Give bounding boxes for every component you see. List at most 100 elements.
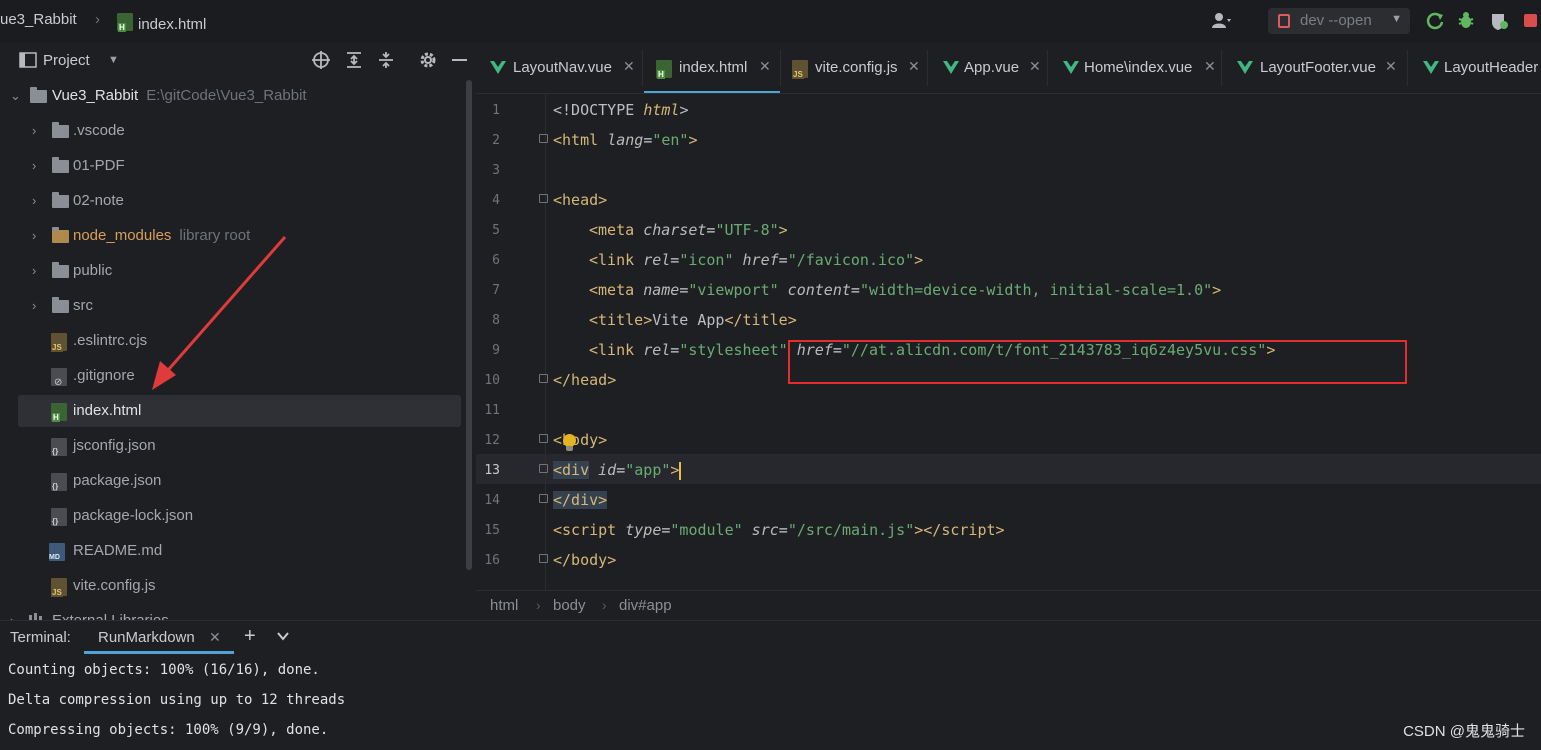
fold-icon[interactable]: [539, 374, 548, 383]
fold-icon[interactable]: [539, 494, 548, 503]
chevron-down-icon: ⌄: [10, 88, 21, 103]
code-token: >: [1212, 281, 1222, 299]
gear-icon[interactable]: [418, 50, 438, 70]
active-tab-indicator: [84, 651, 234, 654]
tree-item-02-note[interactable]: › 02-note: [0, 185, 462, 217]
run-configuration-select[interactable]: dev --open ▼: [1268, 8, 1410, 34]
code-token: <head: [553, 191, 599, 209]
close-icon[interactable]: ✕: [1029, 58, 1041, 75]
fold-icon[interactable]: [539, 134, 548, 143]
stop-icon[interactable]: [1524, 14, 1537, 27]
html-file-icon: [117, 13, 133, 32]
terminal-output-line: Counting objects: 100% (16/16), done.: [8, 662, 320, 678]
tree-item-vscode[interactable]: › .vscode: [0, 115, 462, 147]
code-line-6: <link rel="icon" href="/favicon.ico">: [589, 245, 923, 275]
vue-icon: [943, 61, 959, 74]
minimize-icon[interactable]: [452, 59, 467, 61]
tree-item-external-libraries[interactable]: › External Libraries: [0, 605, 462, 620]
lightbulb-icon[interactable]: [562, 434, 576, 452]
fold-icon[interactable]: [539, 194, 548, 203]
tab-vite-config[interactable]: vite.config.js ✕: [782, 42, 927, 93]
code-token: "/src/main.js": [787, 521, 915, 539]
tab-index-html[interactable]: index.html ✕: [644, 42, 780, 93]
code-token: <meta: [589, 221, 644, 239]
tree-item-package-lock[interactable]: package-lock.json: [0, 500, 462, 532]
tab-home-index-vue[interactable]: Home\index.vue ✕: [1049, 42, 1221, 93]
folder-icon: [52, 227, 69, 243]
tree-root-label: Vue3_Rabbit E:\gitCode\Vue3_Rabbit: [52, 87, 307, 104]
code-token: lang: [607, 131, 644, 149]
tab-divider: [1047, 50, 1048, 86]
vue-icon: [1237, 61, 1253, 74]
coverage-icon[interactable]: [1488, 10, 1510, 32]
line-number: 12: [484, 433, 500, 448]
tree-item-readme[interactable]: README.md: [0, 535, 462, 567]
breadcrumb-html[interactable]: html: [490, 597, 518, 614]
breadcrumb-div-app[interactable]: div#app: [619, 597, 672, 614]
breadcrumb-body[interactable]: body: [553, 597, 586, 614]
fold-icon[interactable]: [539, 554, 548, 563]
tab-layoutheader[interactable]: LayoutHeader: [1409, 42, 1541, 93]
text-cursor: [679, 461, 682, 480]
code-editor[interactable]: 1 2 3 4 5 6 7 8 9 10 11 12 13 14 15 16 <…: [476, 94, 1541, 590]
project-panel-title[interactable]: Project: [43, 52, 90, 69]
tab-layoutnav[interactable]: LayoutNav.vue ✕: [476, 42, 642, 93]
code-token: <html: [553, 131, 608, 149]
fold-icon[interactable]: [539, 434, 548, 443]
tree-root[interactable]: ⌄ Vue3_Rabbit E:\gitCode\Vue3_Rabbit: [0, 80, 462, 112]
tree-item-package-json[interactable]: package.json: [0, 465, 462, 497]
tree-item-label: .vscode: [73, 122, 125, 139]
code-line-14: </div>: [553, 485, 608, 515]
tree-item-label: package-lock.json: [73, 507, 194, 524]
file-breadcrumb[interactable]: index.html: [117, 11, 206, 33]
root-name: Vue3_Rabbit: [52, 87, 139, 104]
tree-item-vite-config[interactable]: vite.config.js: [0, 570, 462, 602]
tree-item-label: index.html: [73, 402, 142, 419]
code-token: >: [679, 101, 689, 119]
watermark: CSDN @鬼鬼骑士: [1403, 723, 1525, 740]
expand-all-icon[interactable]: [344, 50, 364, 70]
code-token: >: [607, 371, 617, 389]
html-file-icon: [51, 403, 67, 422]
code-token: href: [733, 251, 779, 269]
user-icon[interactable]: [1210, 10, 1232, 32]
tab-layoutfooter[interactable]: LayoutFooter.vue ✕: [1223, 42, 1407, 93]
code-token: <link: [589, 341, 644, 359]
rerun-icon[interactable]: [1424, 10, 1446, 32]
plus-icon[interactable]: +: [244, 625, 256, 648]
debug-icon[interactable]: [1455, 10, 1477, 32]
vue-icon: [1063, 61, 1079, 74]
locate-file-icon[interactable]: [311, 50, 331, 70]
file-breadcrumb-label: index.html: [138, 16, 207, 33]
chevron-right-icon: ›: [10, 613, 14, 620]
close-icon[interactable]: ✕: [759, 58, 771, 75]
tab-label: LayoutHeader: [1444, 59, 1539, 76]
chevron-down-icon[interactable]: [277, 630, 289, 642]
project-breadcrumb[interactable]: ue3_Rabbit: [0, 11, 77, 28]
tab-label: index.html: [679, 59, 748, 76]
tab-divider: [927, 50, 928, 86]
annotation-arrow: [152, 236, 287, 390]
code-token: "viewport": [688, 281, 779, 299]
chevron-down-icon[interactable]: ▼: [108, 54, 119, 66]
tree-item-label: 02-note: [73, 192, 124, 209]
code-token: <!DOCTYPE: [553, 101, 644, 119]
project-scrollbar[interactable]: [466, 80, 472, 570]
tree-item-01-pdf[interactable]: › 01-PDF: [0, 150, 462, 182]
close-icon[interactable]: ✕: [209, 629, 221, 646]
lightbulb-base: [566, 446, 573, 451]
close-icon[interactable]: ✕: [623, 58, 635, 75]
tree-item-label: README.md: [73, 542, 163, 559]
code-token: >: [607, 551, 617, 569]
code-token: "module": [670, 521, 743, 539]
terminal-tab-runmarkdown[interactable]: RunMarkdown ✕: [84, 621, 234, 655]
close-icon[interactable]: ✕: [908, 58, 920, 75]
collapse-all-icon[interactable]: [376, 50, 396, 70]
tree-item-jsconfig[interactable]: jsconfig.json: [0, 430, 462, 462]
close-icon[interactable]: ✕: [1385, 58, 1397, 75]
chevron-right-icon: ›: [32, 298, 37, 313]
fold-icon[interactable]: [539, 464, 548, 473]
close-icon[interactable]: ✕: [1204, 58, 1216, 75]
tab-app-vue[interactable]: App.vue ✕: [929, 42, 1047, 93]
js-file-icon: [51, 578, 67, 597]
